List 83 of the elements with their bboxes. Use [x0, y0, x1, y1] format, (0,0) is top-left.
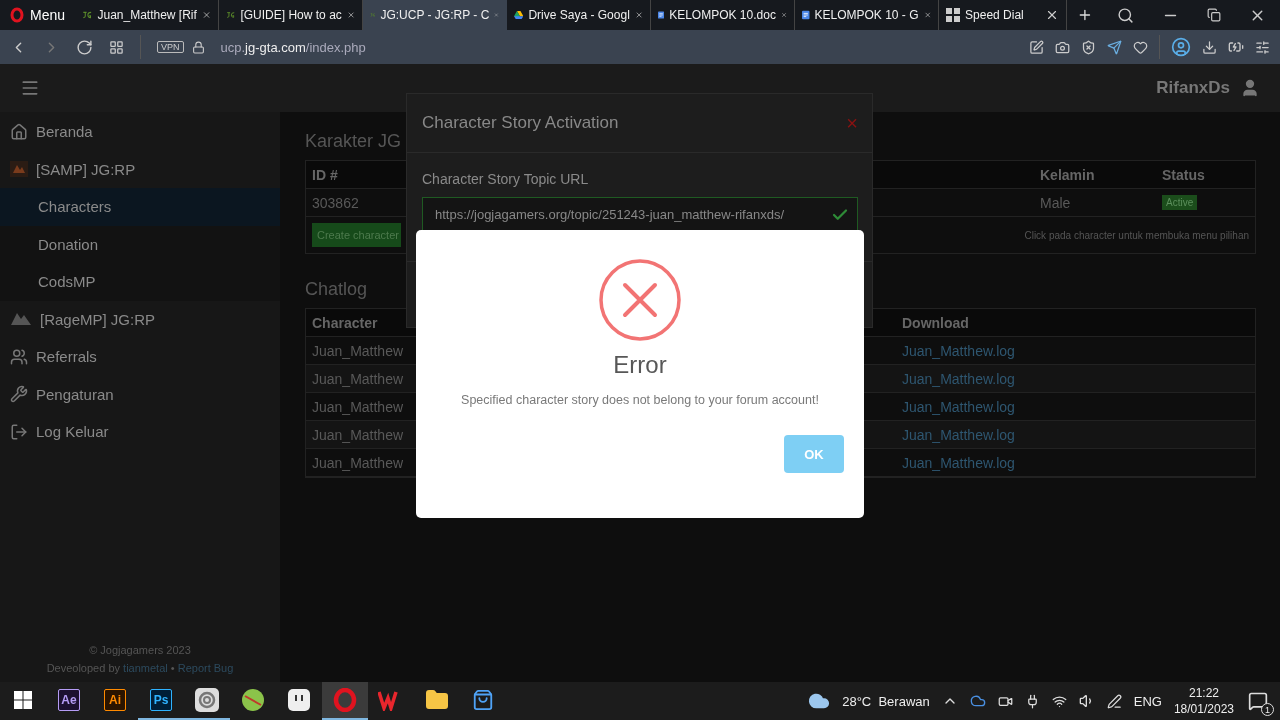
- copyright: © Jogjagamers 2023: [89, 644, 191, 656]
- section-title: Chatlog: [305, 277, 369, 301]
- language-indicator[interactable]: ENG: [1133, 693, 1162, 709]
- download-icon[interactable]: [1202, 39, 1217, 55]
- battery-icon[interactable]: [1228, 39, 1244, 55]
- edit-icon[interactable]: [1029, 39, 1044, 55]
- url-input-field[interactable]: https://jogjagamers.org/topic/251243-juan_matthew-rifanxds/: [422, 197, 858, 232]
- error-icon: [599, 259, 681, 341]
- lime-icon: [241, 688, 265, 712]
- browser-tab[interactable]: JG:UCP - JG:RP - C: [363, 0, 508, 30]
- game-logo-icon: [10, 311, 32, 328]
- shield-icon[interactable]: [1081, 39, 1096, 55]
- drive-icon: [514, 8, 524, 22]
- opera-icon: [333, 688, 357, 712]
- column-header: Kelamin: [1034, 161, 1156, 189]
- sidebar-subitem[interactable]: Characters: [0, 188, 280, 226]
- windows-start-icon[interactable]: [14, 691, 32, 709]
- sidebar-item[interactable]: Log Keluar: [0, 413, 280, 451]
- sidebar-item[interactable]: Referrals: [0, 338, 280, 376]
- search-icon[interactable]: [1117, 6, 1134, 24]
- cloud-drive-icon[interactable]: [969, 693, 986, 709]
- tab-title: KELOMPOK 10 - G: [814, 8, 919, 22]
- grid-icon: [946, 8, 961, 22]
- taskbar-app[interactable]: Ps: [138, 682, 184, 720]
- settings-icon[interactable]: [1255, 39, 1270, 55]
- column-header: Status: [1156, 161, 1255, 189]
- sidebar-item[interactable]: Pengaturan: [0, 375, 280, 413]
- pen-icon[interactable]: [1106, 693, 1122, 709]
- illustrator-icon: Ai: [104, 689, 126, 711]
- opera-menu-button[interactable]: Menu: [0, 0, 76, 30]
- site-logo-icon: [226, 9, 236, 21]
- users-icon: [10, 347, 28, 366]
- chat-app-icon: [288, 689, 310, 711]
- address-field[interactable]: ucp.jg-gta.com/index.php: [220, 39, 366, 55]
- status-badge: Active: [1162, 195, 1198, 210]
- notification-count: 1: [1261, 703, 1274, 716]
- field-label: Character Story Topic URL: [422, 171, 590, 187]
- sidebar-item[interactable]: [RageMP] JG:RP: [0, 300, 280, 338]
- profile-icon[interactable]: [1171, 37, 1191, 57]
- wrench-icon: [10, 385, 28, 404]
- game-logo-icon: [10, 161, 28, 178]
- tab-title: [GUIDE] How to ac: [240, 8, 342, 22]
- section-title: Karakter JG: [305, 129, 403, 153]
- folder-icon: [425, 688, 449, 712]
- hint-text: Click pada character untuk membuka menu pilihan: [1024, 229, 1249, 241]
- lock-icon: [191, 40, 205, 54]
- username: RifanxDs: [1156, 78, 1230, 98]
- column-header: Download: [896, 309, 1255, 337]
- opera-logo-icon: [10, 7, 24, 23]
- logout-icon: [10, 422, 28, 441]
- home-icon: [10, 122, 28, 141]
- notification-icon[interactable]: [1248, 691, 1268, 711]
- heart-icon[interactable]: [1133, 39, 1148, 55]
- reload-icon[interactable]: [76, 38, 93, 56]
- tab-title: Juan_Matthew [Rif: [97, 8, 197, 22]
- taskbar-app[interactable]: Ai: [92, 682, 138, 720]
- restore-icon[interactable]: [1207, 8, 1221, 22]
- photoshop-icon: Ps: [150, 689, 172, 711]
- sidebar-subitem[interactable]: CodsMP: [0, 263, 280, 301]
- sidebar-subitem[interactable]: Donation: [0, 225, 280, 263]
- tab-title: Speed Dial: [965, 8, 1025, 22]
- tab-title: KELOMPOK 10.doc: [669, 8, 776, 22]
- credit-text: Deveoloped by tianmetal • Report Bug: [46, 662, 234, 674]
- sidebar-item[interactable]: [SAMP] JG:RP: [0, 150, 280, 188]
- menu-icon[interactable]: [20, 78, 40, 98]
- wifi-icon[interactable]: [1051, 693, 1067, 709]
- tabs-grid-icon[interactable]: [109, 39, 124, 55]
- tab-title: JG:UCP - JG:RP - C: [380, 8, 490, 22]
- site-logo-icon: [82, 9, 93, 21]
- weather-text: 28°C Berawan: [842, 693, 930, 709]
- vpn-badge[interactable]: VPN: [157, 41, 184, 53]
- taskbar-app[interactable]: Ae: [46, 682, 92, 720]
- camera-icon[interactable]: [1055, 39, 1070, 55]
- tab-title: Drive Saya - Googl: [528, 8, 630, 22]
- dialog-message: Specified character story does not belong to your forum account!: [461, 393, 819, 407]
- store-icon: [472, 689, 494, 711]
- user-icon[interactable]: [1240, 78, 1260, 98]
- after-effects-icon: Ae: [58, 689, 80, 711]
- clock[interactable]: 21:22 18/01/2023: [1173, 685, 1234, 717]
- swirl-app-icon: [195, 688, 219, 712]
- send-icon[interactable]: [1107, 39, 1122, 55]
- sidebar-item[interactable]: Beranda: [0, 113, 280, 151]
- modal-title: Character Story Activation: [422, 113, 619, 133]
